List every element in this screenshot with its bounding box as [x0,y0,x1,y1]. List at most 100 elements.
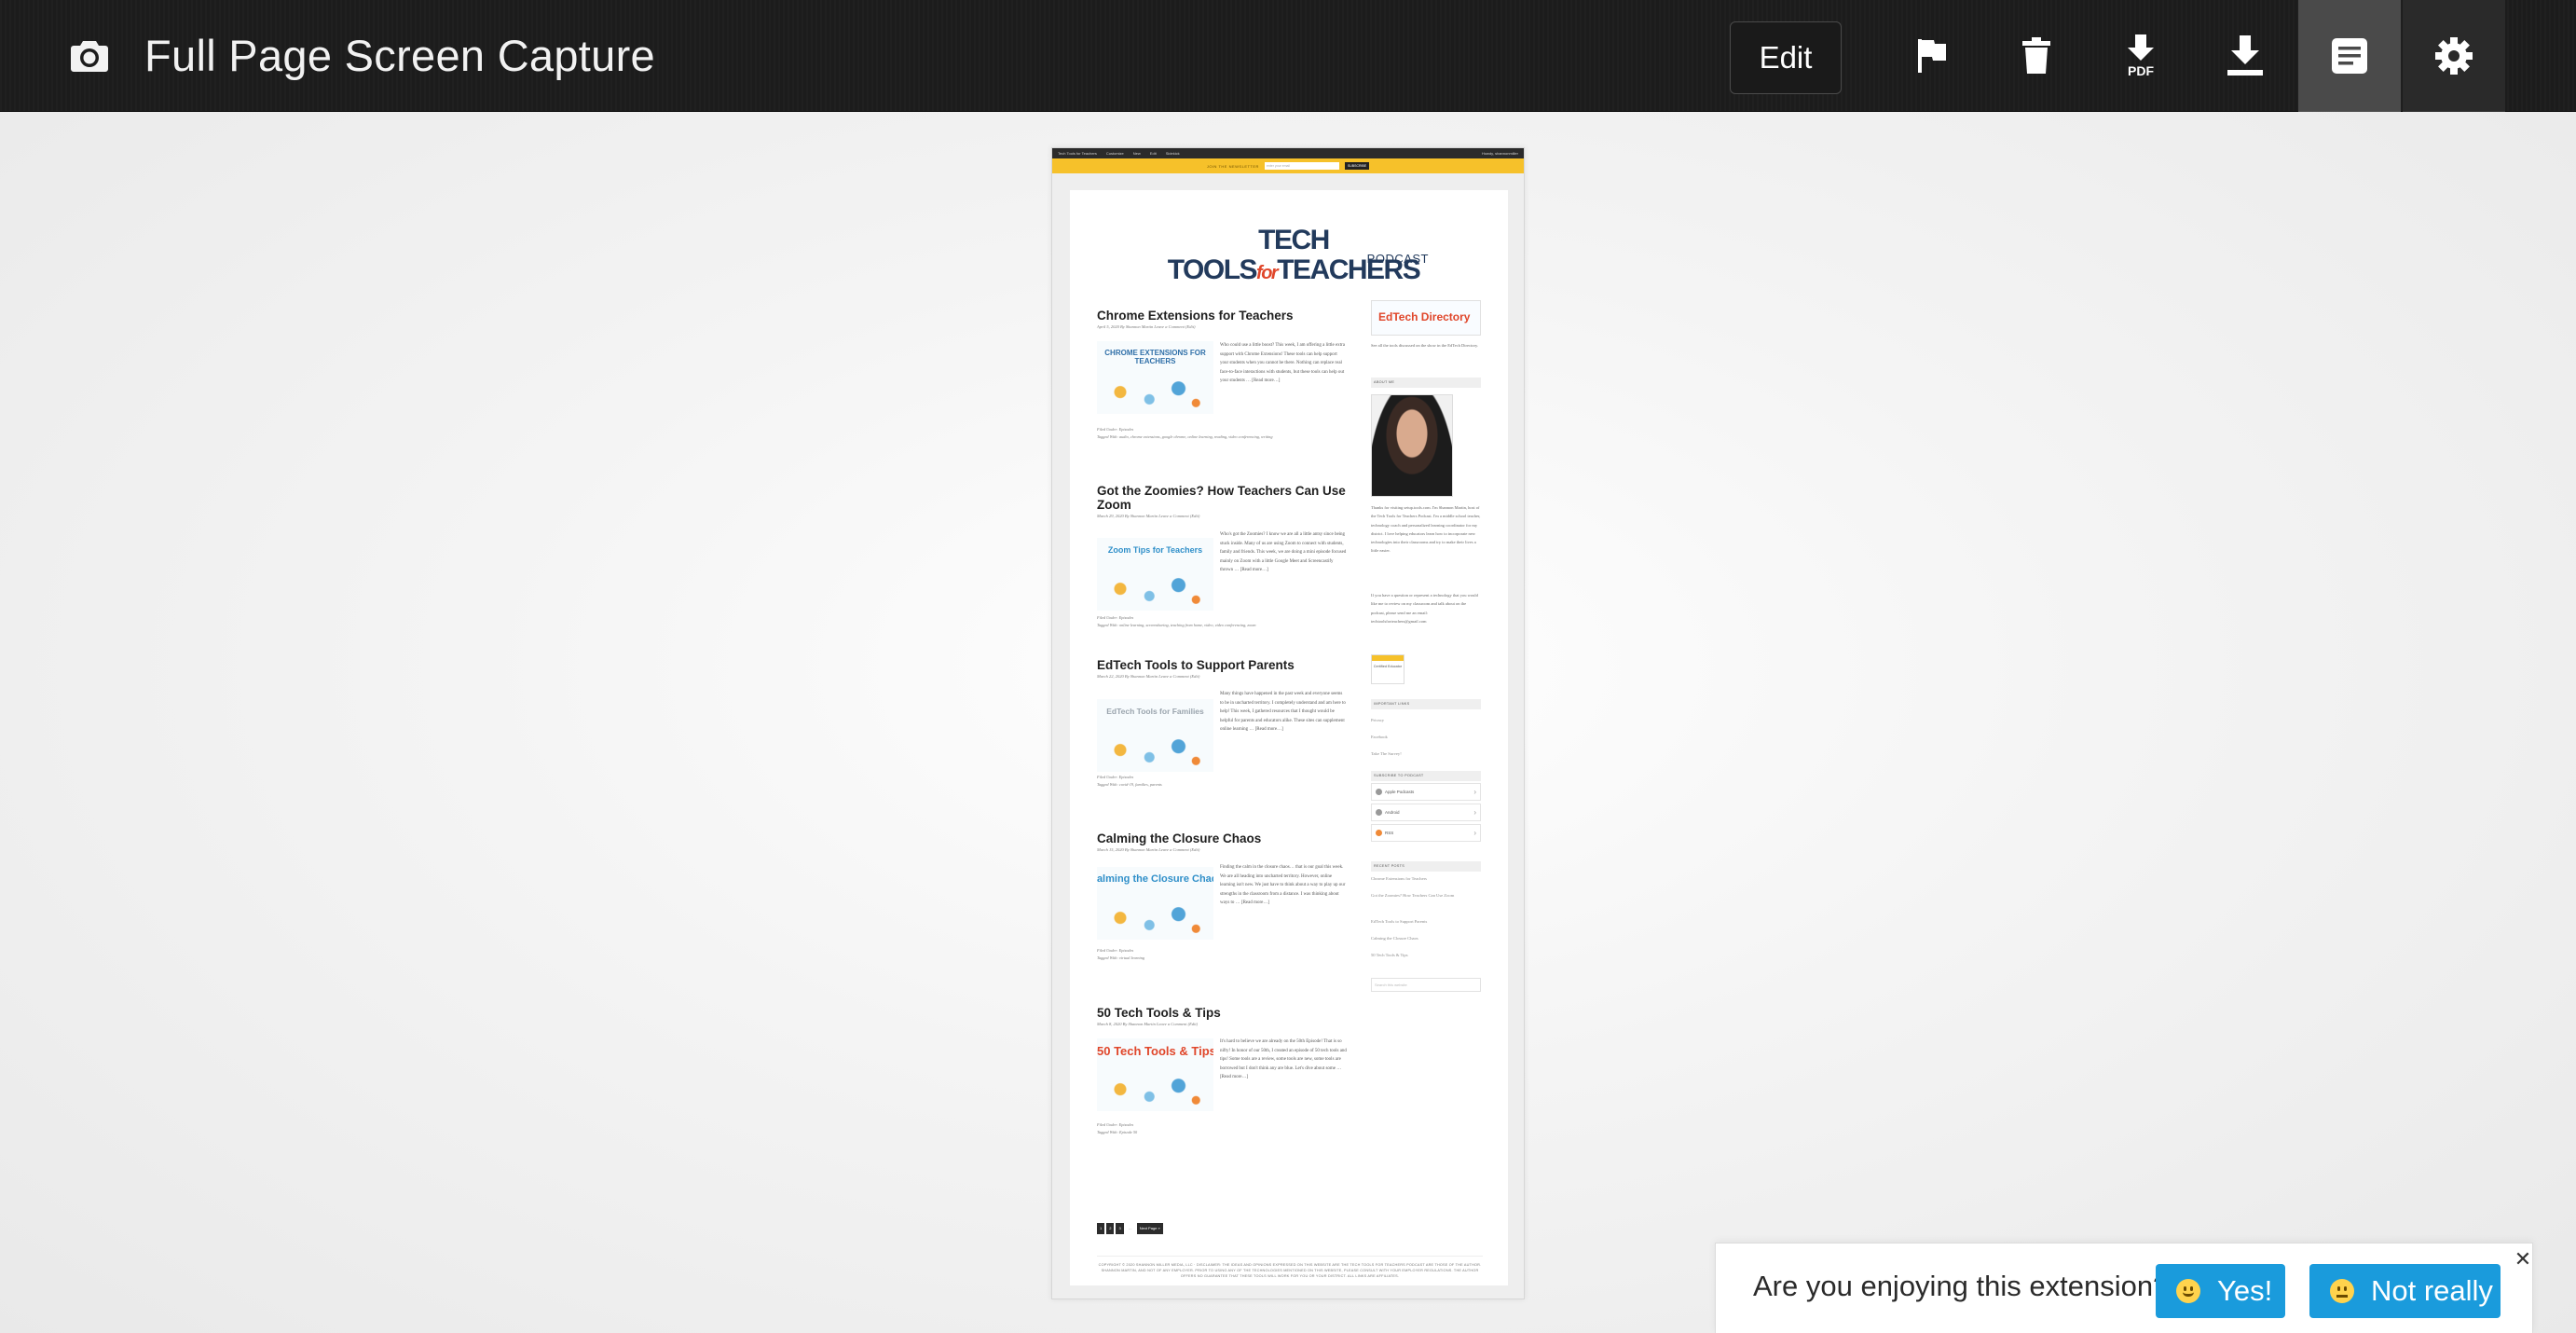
recent-post-link: Chrome Extensions for Teachers [1371,876,1427,881]
newsletter-input: enter your email [1264,162,1339,170]
page-sheet: TECH TOOLSforTEACHERS PODCAST Chrome Ext… [1070,190,1508,1285]
subscribe-heading: SUBSCRIBE TO PODCAST [1371,771,1481,781]
close-icon[interactable]: ✕ [2514,1249,2532,1270]
download-pdf-button[interactable]: PDF [2090,0,2192,112]
contact-text: If you have a question or represent a te… [1371,593,1478,624]
feedback-prompt: Are you enjoying this extension? Yes! No… [1715,1243,2533,1333]
feedback-question: Are you enjoying this extension? [1753,1270,2170,1302]
subscribe-list: Apple Podcasts Android RSS [1371,783,1481,845]
logo-subtitle: PODCAST [1366,252,1429,266]
post: Chrome Extensions for Teachers April 5, … [1097,309,1347,439]
gear-icon [2435,37,2473,75]
post-thumbnail: Zoom Tips for Teachers [1097,538,1213,611]
links-heading: IMPORTANT LINKS [1371,699,1481,709]
post-thumbnail-text: Zoom Tips for Teachers [1107,545,1203,555]
page-ellipsis: … [1125,1223,1135,1234]
post-filed: Filed Under: Episodes [1097,427,1134,432]
camera-icon[interactable] [69,35,110,76]
footer-divider [1097,1256,1483,1257]
post-filed: Filed Under: Episodes [1097,615,1134,620]
post-tags: Tagged With: virtual learning [1097,955,1145,960]
post-tags: Tagged With: online learning, screenshar… [1097,623,1256,627]
logo-text-for: for [1256,263,1279,283]
post-tags: Tagged With: covid-19, families, parents [1097,782,1162,787]
sidebar: EdTech Directory See all the tools discu… [1371,300,1481,992]
post-filed: Filed Under: Episodes [1097,775,1134,779]
subscribe-apple: Apple Podcasts [1371,783,1481,801]
post: Calming the Closure Chaos March 15, 2020… [1097,831,1347,960]
post-thumbnail: CHROME EXTENSIONS FOR TEACHERS [1097,341,1213,414]
post-filed: Filed Under: Episodes [1097,948,1134,953]
newsletter-button: SUBSCRIBE [1344,162,1370,170]
download-image-button[interactable] [2194,0,2296,112]
document-button[interactable] [2298,0,2401,112]
download-icon [2227,35,2263,76]
post: 50 Tech Tools & Tips March 8, 2020 By Sh… [1097,1006,1347,1134]
recent-heading: RECENT POSTS [1371,861,1481,872]
post-title: 50 Tech Tools & Tips [1097,1006,1221,1020]
post-filed: Filed Under: Episodes [1097,1122,1134,1127]
newsletter-text: JOIN THE NEWSLETTER [1206,163,1259,169]
flag-icon [1918,39,1946,73]
pagination: 1 2 3 … Next Page » [1097,1223,1163,1234]
recent-post-link: 50 Tech Tools & Tips [1371,953,1408,957]
author-photo [1371,394,1453,497]
sidebar-link: Facebook [1371,735,1388,739]
post-thumbnail-text: 50 Tech Tools & Tips [1097,1044,1213,1058]
yes-button[interactable]: Yes! [2156,1264,2285,1318]
post-tags: Tagged With: Episode 50 [1097,1130,1138,1134]
post-title: Calming the Closure Chaos [1097,831,1262,845]
delete-button[interactable] [1985,0,2088,112]
post-tags: Tagged With: audio, chrome extensions, g… [1097,434,1273,439]
post-thumbnail: 50 Tech Tools & Tips [1097,1038,1213,1111]
recent-post-link: EdTech Tools to Support Parents [1371,919,1428,924]
sidebar-link: Take The Survey! [1371,751,1402,756]
post-excerpt: It's hard to believe we are already on t… [1220,1039,1347,1080]
neutral-emoji-icon [2330,1279,2354,1303]
post: EdTech Tools to Support Parents March 22… [1097,658,1347,787]
sidebar-search-input: Search this website [1371,978,1481,992]
post-title: EdTech Tools to Support Parents [1097,658,1295,672]
footer-text: COPYRIGHT © 2020 SHANNON MILLER MEDIA, L… [1098,1263,1482,1278]
report-button[interactable] [1881,0,1983,112]
toolbar: Full Page Screen Capture Edit PDF [0,0,2576,112]
trash-icon [2022,37,2050,74]
not-really-label: Not really [2371,1274,2493,1307]
post-title: Chrome Extensions for Teachers [1097,309,1294,323]
pdf-download-icon: PDF [2128,34,2154,77]
newsletter-bar: JOIN THE NEWSLETTER enter your email SUB… [1052,158,1524,173]
admin-bar: Tech Tools for Teachers Customize New Ed… [1052,148,1524,158]
post-meta: March 29, 2020 By Shannon Martin Leave a… [1097,514,1200,518]
site-logo: TECH TOOLSforTEACHERS PODCAST [1154,226,1433,285]
admin-bar-user: Howdy, shannonmiller [1481,151,1518,156]
edit-button[interactable]: Edit [1730,21,1842,94]
smile-emoji-icon [2176,1279,2200,1303]
settings-button[interactable] [2403,0,2505,112]
post-meta: March 15, 2020 By Shannon Martin Leave a… [1097,847,1200,852]
post-thumbnail: Calming the Closure Chaos [1097,867,1213,940]
post-thumbnail-text: EdTech Tools for Families [1106,707,1204,716]
post-excerpt: Who could use a little boost? This week,… [1220,343,1345,384]
post-excerpt: Finding the calm in the closure chaos… t… [1220,865,1346,906]
subscribe-rss: RSS [1371,824,1481,842]
certified-badge: Certified Educator [1371,654,1404,684]
directory-banner: EdTech Directory [1371,300,1481,336]
badge-text: Certified Educator [1373,665,1403,668]
post-meta: March 22, 2020 By Shannon Martin Leave a… [1097,674,1200,679]
directory-banner-text: EdTech Directory [1378,310,1471,323]
recent-post-link: Calming the Closure Chaos [1371,936,1418,941]
document-icon [2332,38,2367,74]
recent-post-link: Got the Zoomies? How Teachers Can Use Zo… [1371,893,1455,898]
post-thumbnail-text: CHROME EXTENSIONS FOR TEACHERS [1104,349,1206,365]
post-meta: March 8, 2020 By Shannon Martin Leave a … [1097,1022,1199,1026]
capture-preview[interactable]: Tech Tools for Teachers Customize New Ed… [1051,147,1525,1299]
about-text: Thanks for visiting setup.tools.com. I'm… [1371,505,1481,554]
admin-bar-item: New [1132,151,1141,156]
post-meta: April 5, 2020 By Shannon Martin Leave a … [1097,324,1196,329]
next-page-link: Next Page » [1136,1223,1163,1234]
post-excerpt: Many things have happened in the past we… [1220,692,1346,733]
sidebar-link: Privacy [1371,718,1385,722]
not-really-button[interactable]: Not really [2309,1264,2501,1318]
page-link: 1 [1097,1223,1105,1234]
post-thumbnail: EdTech Tools for Families [1097,699,1213,772]
